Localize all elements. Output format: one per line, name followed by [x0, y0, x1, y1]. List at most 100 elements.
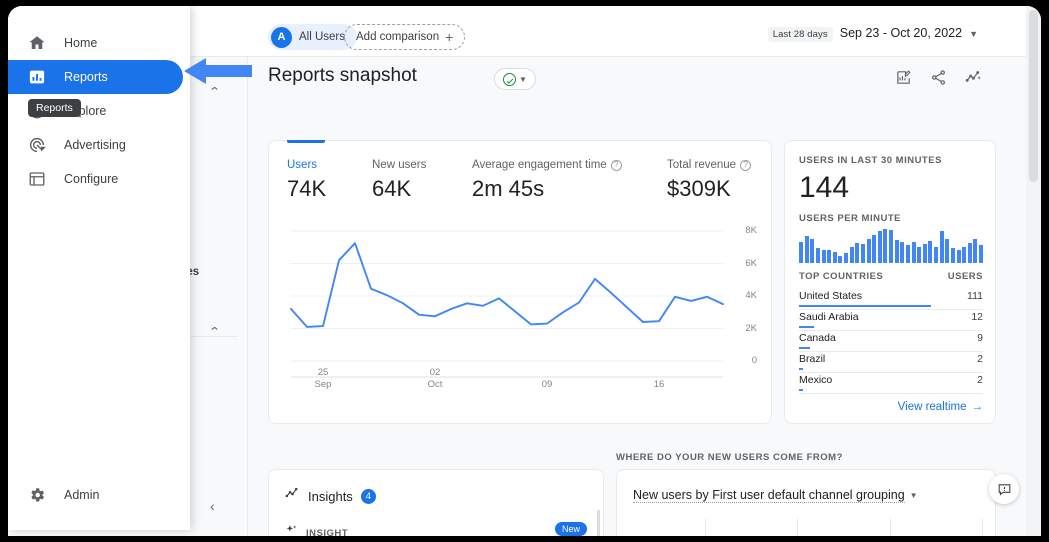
metric-average-engagement-time[interactable]: Average engagement time? 2m 45s	[472, 159, 622, 202]
feedback-button[interactable]	[989, 474, 1019, 504]
sidebar-item-label: Admin	[64, 488, 100, 502]
sparkline-bar	[934, 246, 939, 263]
feedback-icon	[998, 483, 1010, 496]
sidebar-item-home[interactable]: Home	[8, 26, 183, 60]
users-per-minute-sparkline	[799, 229, 984, 263]
sparkline-bar	[832, 251, 837, 263]
reports-tooltip: Reports	[28, 99, 81, 117]
insight-row[interactable]: INSIGHT	[285, 524, 348, 536]
page-header: Reports snapshot ▼	[186, 57, 1026, 105]
page-title: Reports snapshot	[268, 65, 417, 86]
gridline	[982, 518, 984, 536]
sparkline-bar	[889, 230, 894, 263]
sparkline-bar	[872, 234, 877, 263]
country-users: 12	[971, 311, 983, 323]
add-comparison-button[interactable]: Add comparison +	[344, 24, 466, 50]
help-icon[interactable]: ?	[610, 159, 622, 171]
country-name: Canada	[799, 332, 836, 344]
sidebar-item-advertising[interactable]: Advertising	[8, 128, 183, 162]
x-tick-label: 09	[541, 379, 553, 391]
newusers-title-label: New users by First user default channel …	[633, 488, 905, 503]
country-bar	[799, 347, 810, 349]
metric-value: 74K	[287, 176, 327, 201]
y-tick-label: 0	[751, 355, 757, 366]
sidebar-item-admin[interactable]: Admin	[8, 478, 183, 512]
advertising-icon	[28, 136, 46, 154]
metric-value: 64K	[372, 176, 412, 201]
insights-title: Insights	[308, 488, 353, 504]
country-name: Saudi Arabia	[799, 311, 859, 323]
scrollbar-thumb[interactable]	[1029, 10, 1038, 182]
date-preset-badge: Last 28 days	[767, 27, 833, 42]
metric-value: $309K	[667, 176, 731, 201]
sparkline-bar	[956, 249, 961, 263]
insights-icon[interactable]	[965, 69, 982, 86]
sidebar-item-reports[interactable]: Reports	[8, 60, 183, 94]
gridline	[797, 518, 799, 536]
overview-card: Users 74K New users 64K Average engagement t…	[268, 140, 772, 424]
realtime-users-caption: USERS IN LAST 30 MINUTES	[799, 155, 942, 166]
date-range-label: Sep 23 - Oct 20, 2022	[839, 26, 963, 40]
chevron-down-icon: ▼	[519, 74, 527, 84]
newusers-section-caption: WHERE DO YOUR NEW USERS COME FROM?	[616, 452, 843, 463]
metric-value: 2m 45s	[472, 176, 545, 201]
sparkline-bar	[911, 241, 916, 263]
add-comparison-label: Add comparison	[356, 31, 440, 43]
share-icon[interactable]	[930, 69, 947, 86]
newusers-dimension-selector[interactable]: New users by First user default channel …	[633, 488, 918, 503]
sidebar-item-configure[interactable]: Configure	[8, 162, 183, 196]
help-icon[interactable]: ?	[740, 159, 752, 171]
sparkline-bar	[917, 246, 922, 263]
configure-icon	[28, 170, 46, 188]
page-scrollbar[interactable]	[1026, 6, 1041, 536]
view-realtime-link[interactable]: View realtime →	[898, 401, 983, 413]
audience-avatar: A	[271, 26, 292, 48]
insights-scrollbar[interactable]	[597, 510, 600, 536]
metric-new-users[interactable]: New users 64K	[372, 159, 426, 202]
customize-report-icon[interactable]	[895, 69, 912, 86]
users-column-header: USERS	[947, 271, 983, 282]
newusers-card: New users by First user default channel …	[616, 469, 996, 536]
countries-header-row: TOP COUNTRIES USERS	[799, 271, 983, 282]
metric-label: New users	[372, 159, 427, 171]
insights-card: Insights 4 INSIGHT New	[268, 469, 604, 536]
sparkline-bar	[799, 241, 804, 263]
sidebar-item-label: Advertising	[64, 138, 126, 152]
y-tick-label: 8K	[745, 225, 757, 236]
sparkline-bar	[905, 244, 910, 263]
active-tab-indicator	[287, 140, 325, 143]
country-bar	[799, 305, 932, 307]
country-users: 2	[977, 353, 983, 365]
insights-header: Insights 4	[285, 486, 376, 506]
country-row: Brazil 2	[799, 352, 983, 373]
metric-users[interactable]: Users 74K	[287, 159, 326, 202]
gridline	[889, 518, 891, 536]
country-bar	[799, 368, 803, 370]
sparkline-bar	[821, 250, 826, 263]
sparkline-bar	[894, 240, 899, 263]
sparkline-bar	[945, 238, 950, 263]
x-tick-label: 25 Sep	[314, 367, 332, 391]
sparkline-bar	[922, 243, 927, 263]
rail-collapse-chevron-2[interactable]: ⌃	[208, 325, 221, 338]
status-badge[interactable]: ▼	[494, 68, 536, 90]
sparkline-bar	[973, 238, 978, 263]
topbar: A All Users Add comparison + Last 28 day…	[186, 6, 1026, 57]
new-badge: New	[554, 522, 587, 536]
country-bar	[799, 326, 814, 328]
sparkline-bar	[979, 245, 984, 263]
audience-label: All Users	[299, 31, 346, 43]
sparkline-bar	[877, 231, 882, 263]
sidebar-item-label: Reports	[64, 70, 108, 84]
date-range-selector[interactable]: Last 28 days Sep 23 - Oct 20, 2022 ▼	[767, 26, 978, 42]
sidebar-item-label: Configure	[64, 172, 119, 186]
sparkline-bar	[928, 240, 933, 263]
y-tick-label: 2K	[745, 322, 757, 334]
rail-collapse-button[interactable]: ‹	[210, 498, 215, 514]
country-users: 111	[967, 290, 983, 302]
check-circle-icon	[503, 72, 517, 86]
home-icon	[28, 34, 46, 52]
sparkline-bar	[900, 242, 905, 263]
users-line-chart: 0 2K 4K 6K 8K 25 Sep 02 Oct 09 16	[279, 223, 763, 393]
metric-total-revenue[interactable]: Total revenue? $309K	[667, 159, 752, 202]
